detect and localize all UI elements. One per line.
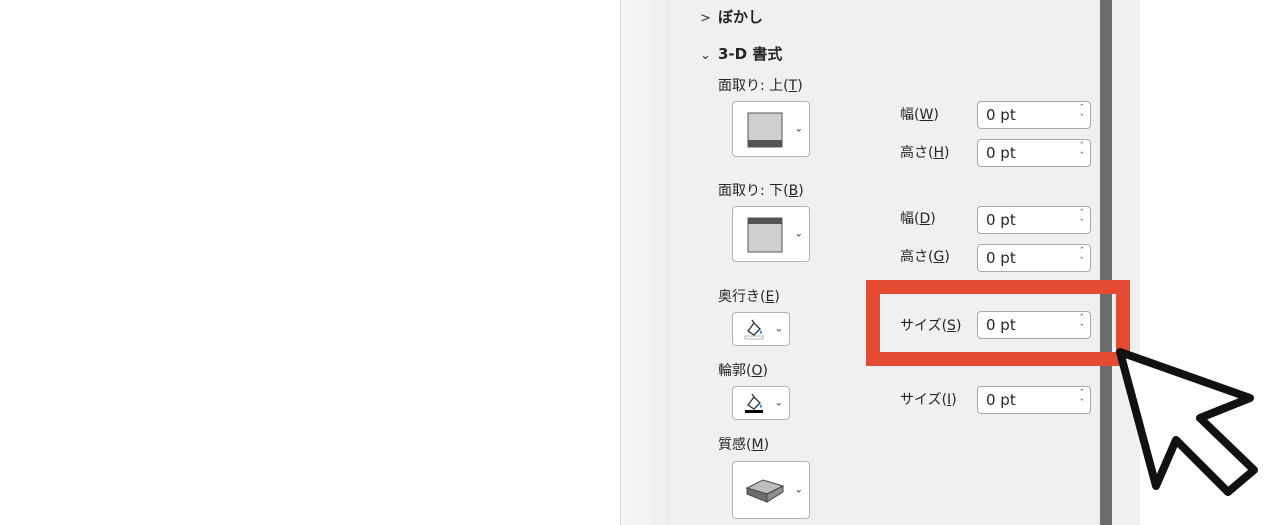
bevel-bottom-width-label: 幅(D) [900, 211, 936, 227]
chevron-right-icon: > [700, 11, 711, 26]
paint-bucket-icon [744, 319, 764, 340]
contour-size-spinner[interactable]: 0 pt ˆˇ [977, 386, 1091, 414]
bevel-top-height-spinner[interactable]: 0 pt ˆˇ [977, 139, 1091, 167]
bevel-top-width-spinner[interactable]: 0 pt ˆˇ [977, 101, 1091, 129]
bevel-top-label: 面取り: 上(T) [718, 78, 803, 94]
chevron-down-icon: ⌄ [794, 228, 803, 240]
mouse-cursor-icon [1116, 348, 1258, 496]
contour-color-button[interactable]: ⌄ [732, 386, 790, 420]
spinner-value: 0 pt [986, 249, 1016, 267]
section-label-3d-format: 3-D 書式 [718, 45, 783, 63]
bevel-bottom-height-spinner[interactable]: 0 pt ˆˇ [977, 244, 1091, 272]
contour-label: 輪郭(O) [718, 363, 768, 379]
bevel-top-width-label: 幅(W) [900, 107, 939, 123]
bevel-top-height-label: 高さ(H) [900, 145, 950, 161]
spin-arrows-icon[interactable]: ˆˇ [1080, 104, 1085, 124]
bevel-bottom-width-spinner[interactable]: 0 pt ˆˇ [977, 206, 1091, 234]
spinner-value: 0 pt [986, 144, 1016, 162]
depth-color-button[interactable]: ⌄ [732, 312, 790, 346]
document-canvas [0, 0, 620, 525]
chevron-down-icon: ⌄ [700, 48, 711, 63]
spin-arrows-icon[interactable]: ˆˇ [1080, 389, 1085, 409]
paint-bucket-icon [745, 393, 763, 413]
section-label-blur: ぼかし [718, 8, 764, 26]
spin-arrows-icon[interactable]: ˆˇ [1080, 247, 1085, 267]
material-button[interactable]: ⌄ [732, 461, 810, 519]
contour-size-label: サイズ(I) [900, 392, 957, 408]
chevron-down-icon: ⌄ [794, 123, 803, 135]
spinner-value: 0 pt [986, 211, 1016, 229]
material-label: 質感(M) [718, 437, 770, 453]
bevel-bottom-height-label: 高さ(G) [900, 249, 950, 265]
material-plastic-icon [745, 479, 785, 503]
highlight-box [866, 280, 1130, 366]
chevron-down-icon: ⌄ [774, 323, 783, 335]
pane-scrollbar[interactable] [1100, 0, 1112, 525]
section-header-3d-format[interactable]: ⌄ 3-D 書式 [700, 43, 782, 64]
depth-label: 奥行き(E) [718, 289, 780, 305]
bevel-bottom-label: 面取り: 下(B) [718, 183, 804, 199]
pane-left-edge [620, 0, 669, 525]
bevel-top-button[interactable]: ⌄ [732, 101, 810, 157]
spin-arrows-icon[interactable]: ˆˇ [1080, 142, 1085, 162]
spinner-value: 0 pt [986, 106, 1016, 124]
section-header-blur[interactable]: > ぼかし [700, 6, 763, 27]
chevron-down-icon: ⌄ [774, 397, 783, 409]
bevel-bottom-button[interactable]: ⌄ [732, 206, 810, 262]
bevel-top-icon [747, 112, 783, 148]
chevron-down-icon: ⌄ [794, 484, 803, 496]
spin-arrows-icon[interactable]: ˆˇ [1080, 209, 1085, 229]
spinner-value: 0 pt [986, 391, 1016, 409]
bevel-bottom-icon [747, 217, 783, 253]
